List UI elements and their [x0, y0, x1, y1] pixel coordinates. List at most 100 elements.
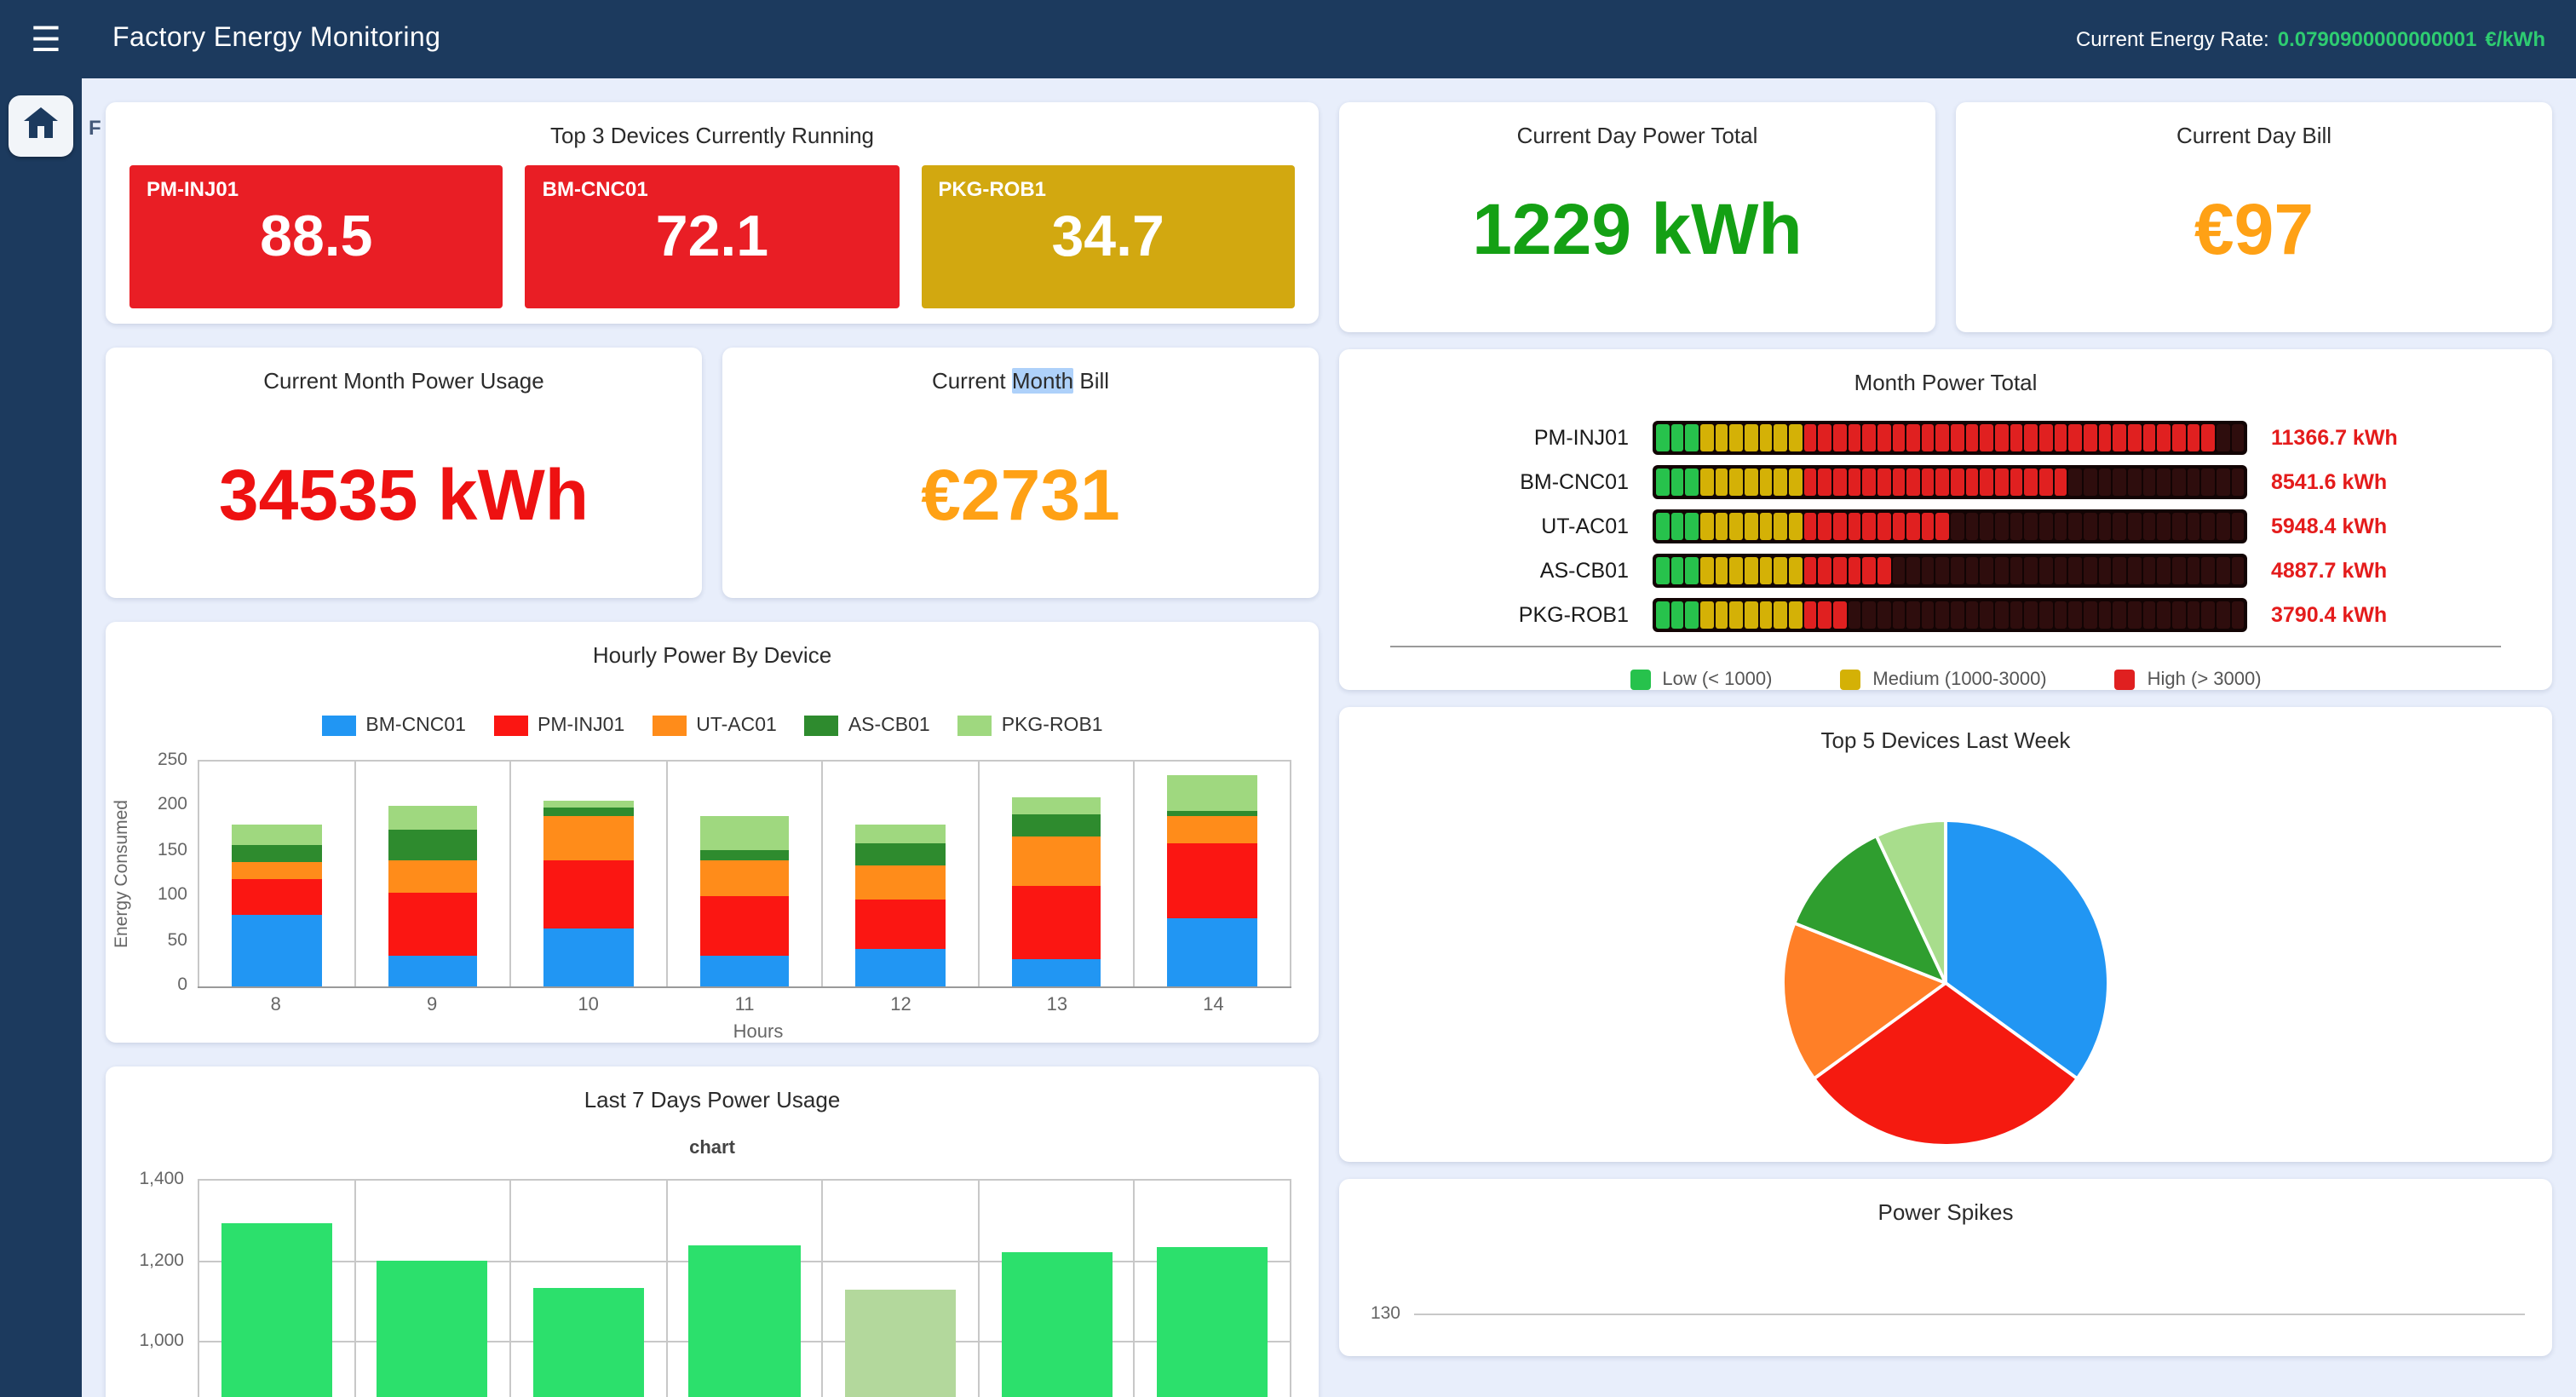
device-kwh-value: 5948.4 kWh: [2271, 514, 2467, 538]
bar-segment: [1862, 423, 1875, 451]
stack-segment: [232, 878, 321, 914]
bar-segment: [1759, 556, 1772, 584]
bar-segment: [1981, 512, 1993, 539]
divider: [1390, 646, 2501, 647]
device-tile: PM-INJ0188.5: [129, 165, 503, 308]
bar-segment: [2187, 601, 2199, 628]
bar: [689, 1245, 800, 1397]
bar-segment: [1966, 423, 1979, 451]
bar-segment: [1686, 556, 1699, 584]
segmented-bar: [1653, 553, 2247, 587]
legend-item: PM-INJ01: [493, 716, 624, 736]
bar-segment: [2202, 423, 2215, 451]
bar-segment: [1833, 512, 1846, 539]
chart-title: Last 7 Days Power Usage: [106, 1066, 1319, 1112]
bar-segment: [2084, 512, 2096, 539]
stacked-bar: [388, 807, 477, 986]
bar-segment: [2025, 423, 2038, 451]
energy-rate-label: Current Energy Rate:: [2076, 27, 2269, 51]
segmented-bar: [1653, 464, 2247, 498]
stack-segment: [543, 928, 633, 986]
bar-segment: [1966, 512, 1979, 539]
device-label: PM-INJ01: [1424, 425, 1629, 449]
device-value: 88.5: [147, 204, 486, 271]
bar-segment: [2025, 556, 2038, 584]
bar-segment: [1818, 423, 1831, 451]
bar-segment: [2158, 468, 2171, 495]
legend-label: AS-CB01: [848, 716, 930, 736]
bar-segment: [1803, 468, 1816, 495]
bar-segment: [2054, 468, 2067, 495]
bar-segment: [1892, 468, 1905, 495]
legend-swatch: [957, 716, 992, 736]
bar-segment: [1818, 601, 1831, 628]
bar-segment: [2231, 512, 2244, 539]
bar-segment: [1906, 468, 1919, 495]
bar-segment: [1936, 601, 1949, 628]
bar: [1157, 1248, 1268, 1397]
bar-segment: [1745, 512, 1757, 539]
bar-segment: [1906, 601, 1919, 628]
bar-segment: [1656, 512, 1669, 539]
chart-title: Top 5 Devices Last Week: [1339, 707, 2552, 753]
card-title: Current Day Bill: [1956, 102, 2552, 148]
bar-segment: [1981, 468, 1993, 495]
bar-segment: [1995, 512, 2008, 539]
stack-segment: [388, 955, 477, 986]
device-label: AS-CB01: [1424, 558, 1629, 582]
stack-segment: [700, 896, 790, 955]
y-tick-label: 50: [168, 929, 187, 950]
chart-column: [980, 1179, 1136, 1397]
bar-segment: [1803, 601, 1816, 628]
bar-segment: [2025, 601, 2038, 628]
gridline: [1414, 1313, 2525, 1314]
bar-segment: [1862, 468, 1875, 495]
bar-segment: [2098, 601, 2111, 628]
bar-segment: [1951, 468, 1964, 495]
home-button[interactable]: [9, 95, 73, 157]
power-spikes-card: Power Spikes 130: [1339, 1179, 2552, 1356]
bar-segment: [1656, 468, 1669, 495]
bar-segment: [1759, 468, 1772, 495]
bar-segment: [2010, 468, 2023, 495]
x-tick-label: 13: [979, 995, 1135, 1015]
main-content: Top 3 Devices Currently Running PM-INJ01…: [82, 78, 2576, 1397]
bar-segment: [1670, 601, 1683, 628]
bar-segment: [1715, 468, 1728, 495]
bar-segment: [1936, 423, 1949, 451]
bar-segment: [2172, 468, 2185, 495]
bar-segment: [1818, 556, 1831, 584]
legend-swatch: [1630, 670, 1650, 690]
card-title: Top 3 Devices Currently Running: [106, 102, 1319, 148]
segmented-bar: [1653, 420, 2247, 454]
device-label: UT-AC01: [1424, 514, 1629, 538]
chart-title: Power Spikes: [1339, 1179, 2552, 1225]
hamburger-menu-icon[interactable]: ☰: [31, 18, 78, 60]
stack-segment: [1012, 836, 1101, 886]
bar-segment: [1995, 556, 2008, 584]
bar-segment: [2217, 556, 2229, 584]
bar-segment: [1789, 423, 1802, 451]
bar: [221, 1223, 331, 1397]
top5-pie-card: Top 5 Devices Last Week: [1339, 707, 2552, 1162]
bar-segment: [2098, 468, 2111, 495]
bar-segment: [2010, 601, 2023, 628]
bar-segment: [1833, 601, 1846, 628]
legend-swatch: [1840, 670, 1860, 690]
bar-segment: [1995, 423, 2008, 451]
bar-segment: [1789, 512, 1802, 539]
bar-segment: [1700, 468, 1713, 495]
month-bill-value: €2731: [722, 455, 1319, 537]
hourly-chart-card: Hourly Power By Device BM-CNC01PM-INJ01U…: [106, 622, 1319, 1043]
pie-wrap: [1339, 804, 2552, 1162]
bar-segment: [1951, 601, 1964, 628]
bar-segment: [2187, 423, 2199, 451]
bar-segment: [2172, 556, 2185, 584]
bar-segment: [1789, 468, 1802, 495]
bar-segment: [1700, 512, 1713, 539]
legend-swatch: [652, 716, 686, 736]
bar-segment: [1670, 468, 1683, 495]
bar-segment: [2158, 601, 2171, 628]
bar-segment: [2142, 512, 2155, 539]
bar-segment: [1774, 556, 1787, 584]
